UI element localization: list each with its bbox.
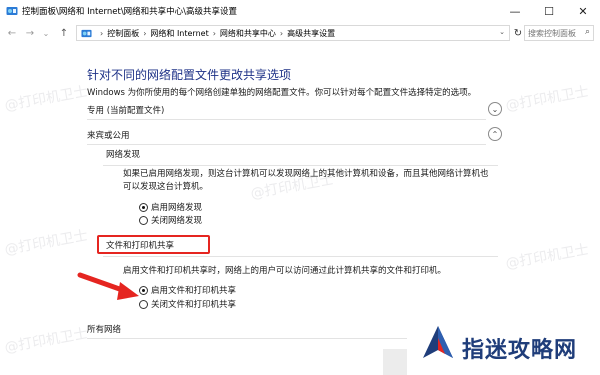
red-arrow-icon: [77, 272, 139, 300]
logo-text: 指迷攻略网: [462, 337, 578, 363]
logo-icon: [423, 326, 453, 358]
